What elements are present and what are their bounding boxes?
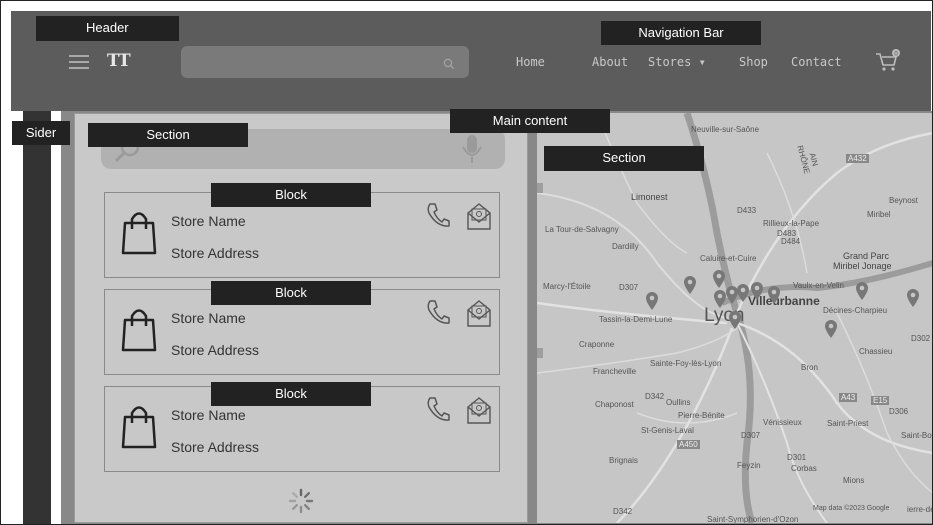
shopping-bag-icon <box>121 403 157 453</box>
map-label: Miribel Jonage <box>833 261 892 271</box>
phone-icon[interactable] <box>425 395 451 427</box>
map-label: D306 <box>889 407 909 416</box>
phone-icon[interactable] <box>425 298 451 330</box>
map-label: Décines-Charpieu <box>823 306 888 315</box>
map-label: ierre-de <box>907 505 933 514</box>
map-label: D302 <box>911 334 931 343</box>
annotation-navigation-bar: Navigation Bar <box>601 21 761 45</box>
map-label: Vénissieux <box>763 418 802 427</box>
hamburger-menu-icon[interactable] <box>69 55 89 69</box>
store-address: Store Address <box>171 245 259 261</box>
map-label: Vaulx-en-Velin <box>793 281 844 290</box>
map-attribution: Map data ©2023 Google <box>813 505 890 512</box>
map-label: Tassin-la-Demi-Lune <box>599 315 673 324</box>
map-label: D301 <box>787 453 807 462</box>
annotation-section-left: Section <box>88 123 248 147</box>
map-label: D342 <box>613 507 633 516</box>
email-icon[interactable] <box>465 395 493 429</box>
map-label: Feyzin <box>737 461 761 470</box>
store-pin-icon[interactable] <box>728 310 742 330</box>
store-pin-icon[interactable] <box>712 269 726 289</box>
annotation-section-map: Section <box>544 146 704 171</box>
store-name: Store Name <box>171 407 246 423</box>
map-label: A43 <box>839 393 858 402</box>
phone-icon[interactable] <box>425 201 451 233</box>
screen-frame: TT Home About Stores ▾ Shop Contact 0 St… <box>0 0 933 525</box>
search-input[interactable] <box>181 46 469 78</box>
store-pin-icon[interactable] <box>750 281 764 301</box>
store-name: Store Name <box>171 310 246 326</box>
nav-stores[interactable]: Stores ▾ <box>648 55 706 69</box>
map-label: Brignais <box>609 456 638 465</box>
map-label: La Tour-de-Salvagny <box>545 225 619 234</box>
microphone-icon[interactable] <box>461 133 483 171</box>
email-icon[interactable] <box>465 201 493 235</box>
map-label: Oullins <box>666 398 691 407</box>
annotation-sider: Sider <box>12 121 70 145</box>
store-pin-icon[interactable] <box>645 291 659 311</box>
map-label: Miribel <box>867 210 891 219</box>
map-label: D342 <box>645 392 665 401</box>
sider <box>23 111 51 524</box>
map-label: Chassieu <box>859 347 893 356</box>
map-label: Limonest <box>631 192 668 202</box>
store-pin-icon[interactable] <box>906 288 920 308</box>
map-label: A432 <box>846 154 869 163</box>
shopping-bag-icon <box>121 209 157 259</box>
annotation-header: Header <box>36 16 179 41</box>
map-label: Pierre-Bénite <box>678 411 725 420</box>
map-label: Bron <box>801 363 818 372</box>
store-map[interactable]: Neuville-sur-Saône RHÔNE AIN A432 Limone… <box>537 113 933 523</box>
store-address: Store Address <box>171 342 259 358</box>
shopping-bag-icon <box>121 306 157 356</box>
map-label: Mions <box>843 476 865 485</box>
nav-contact[interactable]: Contact <box>791 55 842 69</box>
annotation-block: Block <box>211 382 371 406</box>
map-label: D484 <box>781 237 801 246</box>
annotation-block: Block <box>211 281 371 305</box>
map-label: Corbas <box>791 464 817 473</box>
map-label: D433 <box>737 206 757 215</box>
map-label: Dardilly <box>612 242 639 251</box>
store-address: Store Address <box>171 439 259 455</box>
nav-shop[interactable]: Shop <box>739 55 768 69</box>
store-pin-icon[interactable] <box>736 283 750 303</box>
annotation-block: Block <box>211 183 371 207</box>
map-label: Saint-Bo <box>901 431 932 440</box>
map-label: Sainte-Foy-lès-Lyon <box>650 359 722 368</box>
map-label: Rillieux-la-Pape <box>763 219 820 228</box>
map-label: St-Genis-Laval <box>641 426 694 435</box>
nav-home[interactable]: Home <box>516 55 545 69</box>
map-label: Grand Parc <box>843 251 890 261</box>
cart-count: 0 <box>894 51 898 58</box>
map-label: Chaponost <box>595 400 634 409</box>
map-label: Craponne <box>579 340 615 349</box>
nav-about[interactable]: About <box>592 55 628 69</box>
map-label: Francheville <box>593 367 637 376</box>
loading-spinner-icon <box>287 487 315 519</box>
map-label: D307 <box>619 283 639 292</box>
map-label: E15 <box>871 396 890 405</box>
store-pin-icon[interactable] <box>855 281 869 301</box>
search-icon[interactable] <box>443 55 455 74</box>
map-label: A450 <box>677 440 700 449</box>
store-pin-icon[interactable] <box>683 275 697 295</box>
map-label: D307 <box>741 431 761 440</box>
annotation-main-content: Main content <box>450 109 610 133</box>
map-label: Neuville-sur-Saône <box>691 125 760 134</box>
map-label: Saint-Symphorien-d'Ozon <box>707 515 799 523</box>
store-pin-icon[interactable] <box>824 319 838 339</box>
map-label: Caluire-et-Cuire <box>700 254 757 263</box>
store-pin-icon[interactable] <box>767 285 781 305</box>
store-name: Store Name <box>171 213 246 229</box>
email-icon[interactable] <box>465 298 493 332</box>
map-label: Marcy-l'Étoile <box>543 282 591 291</box>
map-label: Saint-Priest <box>827 419 869 428</box>
map-label: Beynost <box>889 196 918 205</box>
logo[interactable]: TT <box>107 51 131 71</box>
cart-icon[interactable]: 0 <box>874 48 902 78</box>
